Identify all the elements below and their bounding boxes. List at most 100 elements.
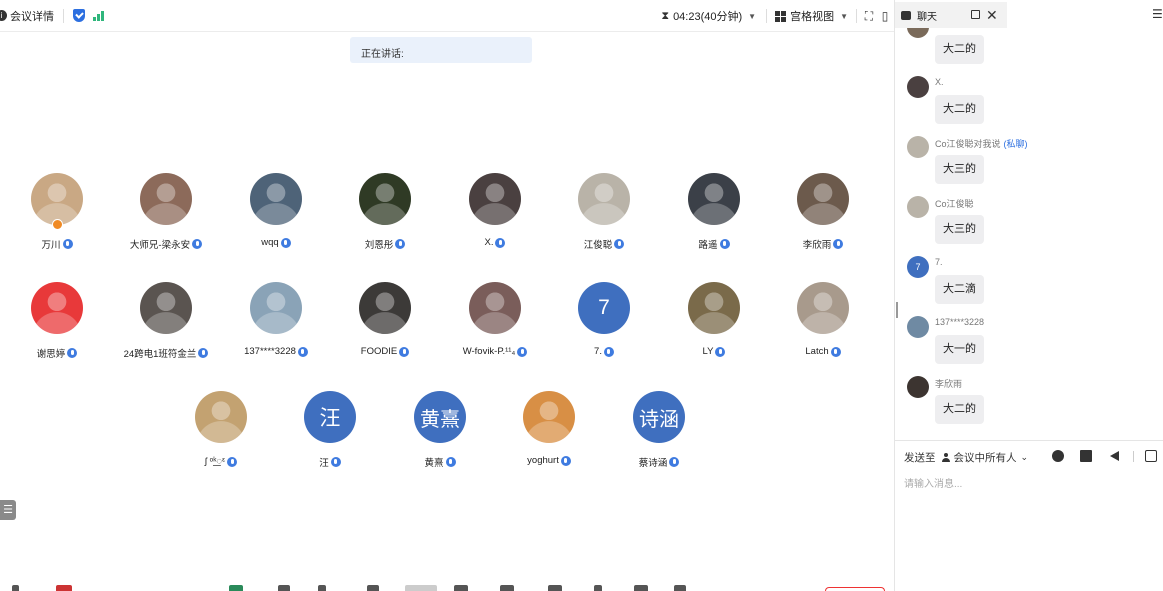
participant-avatar <box>195 391 247 443</box>
avatar-photo <box>469 173 521 225</box>
participant-avatar: 诗涵 <box>633 391 685 443</box>
participant-tile[interactable]: 李欣雨 <box>768 173 878 251</box>
participant-name: 路遥 <box>698 240 718 251</box>
chat-avatar <box>907 316 929 338</box>
chat-settings-icon[interactable] <box>1145 450 1157 462</box>
announcement-icon[interactable] <box>1108 450 1120 462</box>
chat-avatar <box>907 76 929 98</box>
floating-menu-button[interactable]: ☰ <box>0 500 16 520</box>
record-button[interactable] <box>454 585 468 591</box>
apps-button[interactable] <box>548 585 562 591</box>
avatar-photo <box>578 173 630 225</box>
participant-tile[interactable]: 谢思婷 <box>2 282 112 360</box>
participant-avatar <box>140 282 192 334</box>
sidebar-toggle-icon[interactable]: ▯ <box>877 0 893 32</box>
avatar-photo <box>359 173 411 225</box>
chat-icon <box>901 10 911 20</box>
emoji-icon[interactable] <box>1052 450 1064 462</box>
participant-avatar <box>140 173 192 225</box>
chat-message-list[interactable]: 大二的 X. 大二的 Co江俊聪对我说 (私聊) 大三的 Co江俊聪 大三的 7 7. 大二滴 137… <box>895 28 1163 440</box>
chat-menu-icon[interactable]: ☰ <box>1152 7 1163 21</box>
popout-icon[interactable] <box>971 10 980 19</box>
participant-name-row: LY <box>659 346 769 357</box>
participant-tile[interactable]: FOODIE <box>330 282 440 357</box>
participant-tile[interactable]: 路遥 <box>659 173 769 251</box>
fullscreen-icon[interactable]: ⛶ <box>861 0 877 32</box>
participant-name-row: ʃ ᵒᵏ꯭ᵋ <box>166 455 276 468</box>
recipient-selector[interactable]: 发送至 会议中所有人 ⌄ <box>904 449 1163 465</box>
security-shield-icon[interactable] <box>73 9 85 22</box>
participant-tile[interactable]: Latch <box>768 282 878 357</box>
participant-avatar <box>578 173 630 225</box>
participant-avatar <box>250 282 302 334</box>
invite-button[interactable] <box>367 585 379 591</box>
participant-tile[interactable]: 江俊聪 <box>549 173 659 251</box>
participant-tile[interactable]: 汪汪 <box>275 391 385 469</box>
participant-tile[interactable]: 137****3228 <box>221 282 331 357</box>
divider <box>63 8 64 23</box>
participant-tile[interactable]: 诗涵蔡诗涵 <box>604 391 714 469</box>
close-icon[interactable]: ✕ <box>986 7 998 24</box>
participant-name: 汪 <box>319 458 329 469</box>
divider <box>1133 451 1134 462</box>
participant-tile[interactable]: 24跨电1班符金兰 <box>111 282 221 360</box>
file-icon[interactable] <box>1080 450 1092 462</box>
network-signal-icon[interactable] <box>93 10 104 21</box>
view-mode-button[interactable]: 宫格视图 ▼ <box>775 8 848 24</box>
chat-avatar: 7 <box>907 256 929 278</box>
mic-button[interactable] <box>12 585 19 591</box>
meeting-window: i 会议详情 ⧗ 04:23(40分钟) ▼ 宫格视图 ▼ ⛶ ▯ 正在讲话: <box>0 0 1163 591</box>
participant-avatar <box>688 173 740 225</box>
divider <box>856 9 857 23</box>
timer-label: 04:23(40分钟) <box>673 11 743 23</box>
participant-name-row: Latch <box>768 346 878 357</box>
timer-button[interactable]: ⧗ 04:23(40分钟) ▼ <box>661 8 756 24</box>
participant-name: 谢思婷 <box>36 349 66 360</box>
participant-tile[interactable]: 黄熹 黄熹 <box>385 391 495 469</box>
participant-tile[interactable]: W-fovik-P.¹¹₄ <box>440 282 550 357</box>
participant-name: 刘恩彤 <box>364 240 394 251</box>
participant-tile[interactable]: 万川 <box>2 173 112 251</box>
participant-name: LY <box>702 346 714 357</box>
end-meeting-button[interactable] <box>825 587 885 591</box>
person-icon <box>941 452 950 462</box>
avatar-photo <box>469 282 521 334</box>
avatar-photo <box>797 282 849 334</box>
participant-name-row: 24跨电1班符金兰 <box>111 346 221 360</box>
chat-sender-name: 7. <box>935 257 943 267</box>
chat-button[interactable] <box>405 585 437 591</box>
participants-button[interactable] <box>318 585 326 591</box>
mic-status-icon <box>833 239 844 249</box>
participant-avatar <box>359 173 411 225</box>
avatar-photo <box>250 282 302 334</box>
mic-status-icon <box>603 346 614 357</box>
participant-tile[interactable]: LY <box>659 282 769 357</box>
participant-name-row: 刘恩彤 <box>330 237 440 251</box>
chat-avatar <box>907 196 929 218</box>
more-button[interactable] <box>674 585 686 591</box>
meeting-details-button[interactable]: i 会议详情 <box>0 8 54 24</box>
mic-status-icon <box>192 239 203 249</box>
security-button[interactable] <box>278 585 290 591</box>
chat-sender-name: 137****3228 <box>935 317 985 327</box>
avatar-photo <box>688 282 740 334</box>
participant-tile[interactable]: X. <box>440 173 550 248</box>
participant-tile[interactable]: yoghurt <box>494 391 604 466</box>
chevron-down-icon: ▼ <box>840 11 848 21</box>
chat-input[interactable]: 请输入消息... <box>904 475 962 490</box>
share-screen-button[interactable] <box>229 585 243 591</box>
participant-tile[interactable]: wqq <box>221 173 331 248</box>
participant-tile[interactable]: 刘恩彤 <box>330 173 440 251</box>
reactions-button[interactable] <box>500 585 514 591</box>
settings-button[interactable] <box>594 585 602 591</box>
participant-tile[interactable]: ʃ ᵒᵏ꯭ᵋ <box>166 391 276 468</box>
participant-name: 蔡诗涵 <box>638 458 668 469</box>
chat-tab[interactable]: 聊天 ✕ <box>895 2 1007 28</box>
video-button[interactable] <box>56 585 72 591</box>
participant-tile[interactable]: 7 7. <box>549 282 659 357</box>
private-chat-tag[interactable]: (私聊) <box>1004 139 1028 149</box>
participant-tile[interactable]: 大师兄-梁永安 <box>111 173 221 251</box>
participant-name-row: X. <box>440 237 550 248</box>
layout-button[interactable] <box>634 585 648 591</box>
grid-view-icon <box>775 10 787 22</box>
